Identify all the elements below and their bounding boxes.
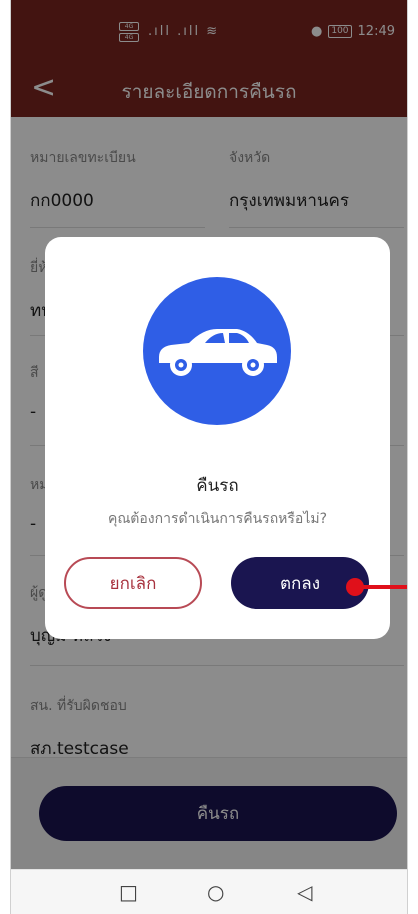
confirm-dialog: คืนรถ คุณต้องการดำเนินการคืนรถหรือไม่? ย…	[45, 237, 390, 639]
phone-screen: 4G 4G .ıll .ıll ≋ ● 100 12:49 < รายละเอี…	[10, 0, 408, 914]
home-button[interactable]: ○	[207, 880, 224, 904]
car-icon-circle	[143, 277, 291, 425]
car-icon	[159, 329, 277, 376]
dialog-message: คุณต้องการดำเนินการคืนรถหรือไม่?	[107, 511, 328, 527]
system-nav-bar: □ ○ ◁	[11, 869, 407, 914]
dialog-title: คืนรถ	[196, 476, 239, 496]
annotation-dot	[346, 578, 364, 596]
back-nav-button[interactable]: ◁	[297, 880, 312, 904]
recent-apps-button[interactable]: □	[119, 880, 138, 904]
cancel-button[interactable]: ยกเลิก	[64, 557, 202, 609]
